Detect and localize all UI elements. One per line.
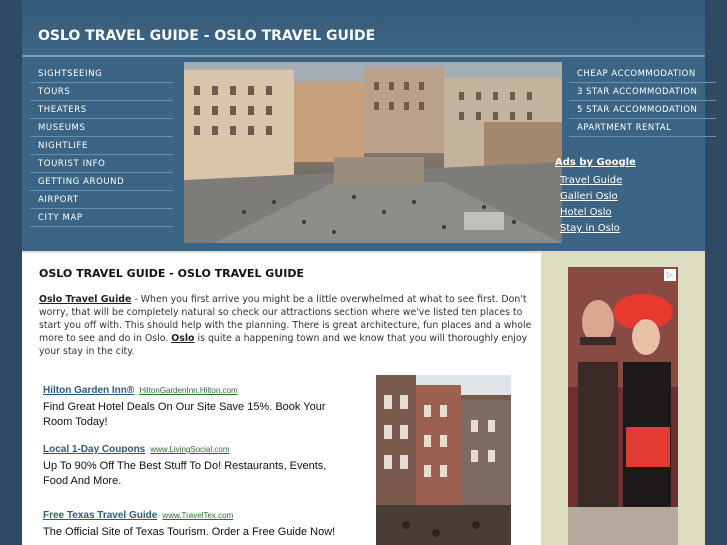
side-banner-ad[interactable]: ▷ bbox=[568, 267, 678, 545]
ad-link-galleri-oslo[interactable]: Galleri Oslo bbox=[560, 191, 618, 202]
sponsored-ad-description: The Official Site of Texas Tourism. Orde… bbox=[43, 526, 336, 538]
intro-paragraph: Oslo Travel Guide - When you first arriv… bbox=[39, 293, 535, 358]
nav-item-sightseeing[interactable]: SIGHTSEEING bbox=[30, 66, 173, 83]
sponsored-ad-description: Up To 90% Off The Best Stuff To Do! Rest… bbox=[43, 460, 327, 487]
nav-item-5-star-accommodation[interactable]: 5 STAR ACCOMMODATION bbox=[569, 101, 716, 119]
street-illustration bbox=[376, 375, 511, 545]
page-container: OSLO TRAVEL GUIDE - OSLO TRAVEL GUIDE SI… bbox=[22, 0, 716, 545]
nav-item-city-map[interactable]: CITY MAP bbox=[30, 210, 173, 227]
ad-link-hotel-oslo[interactable]: Hotel Oslo bbox=[560, 207, 612, 218]
sponsored-ad-url[interactable]: www.TravelTex.com bbox=[162, 511, 233, 520]
left-navigation: SIGHTSEEING TOURS THEATERS MUSEUMS NIGHT… bbox=[22, 62, 184, 244]
nav-item-tours[interactable]: TOURS bbox=[30, 84, 173, 101]
ad-link-travel-guide[interactable]: Travel Guide bbox=[560, 175, 622, 186]
intro-oslo-link[interactable]: Oslo bbox=[171, 333, 194, 344]
fashion-ad-illustration bbox=[568, 267, 678, 545]
nav-item-tourist-info[interactable]: TOURIST INFO bbox=[30, 156, 173, 173]
nav-item-3-star-accommodation[interactable]: 3 STAR ACCOMMODATION bbox=[569, 83, 716, 101]
ads-by-google-link[interactable]: Ads by Google bbox=[555, 157, 636, 168]
sponsored-ad-title[interactable]: Hilton Garden Inn® bbox=[43, 385, 134, 396]
nav-item-airport[interactable]: AIRPORT bbox=[30, 192, 173, 209]
sponsored-ad-title[interactable]: Local 1-Day Coupons bbox=[43, 444, 145, 455]
page-frame: OSLO TRAVEL GUIDE - OSLO TRAVEL GUIDE SI… bbox=[0, 0, 727, 545]
sponsored-ad: Free Texas Travel Guide www.TravelTex.co… bbox=[43, 503, 353, 540]
adchoices-icon[interactable]: ▷ bbox=[664, 269, 676, 281]
intro-oslo-travel-guide-link[interactable]: Oslo Travel Guide bbox=[39, 294, 131, 305]
main-content: OSLO TRAVEL GUIDE - OSLO TRAVEL GUIDE Os… bbox=[22, 251, 541, 545]
nav-item-nightlife[interactable]: NIGHTLIFE bbox=[30, 138, 173, 155]
ad-link-stay-in-oslo[interactable]: Stay in Oslo bbox=[560, 223, 620, 234]
street-photo bbox=[376, 375, 511, 545]
nav-item-museums[interactable]: MUSEUMS bbox=[30, 120, 173, 137]
content-title: OSLO TRAVEL GUIDE - OSLO TRAVEL GUIDE bbox=[39, 267, 304, 280]
side-ad-column: ▷ bbox=[541, 251, 705, 545]
sponsored-ad: Local 1-Day Coupons www.LivingSocial.com… bbox=[43, 437, 353, 489]
nav-item-cheap-accommodation[interactable]: CHEAP ACCOMMODATION bbox=[569, 65, 716, 83]
sponsored-ad-url[interactable]: www.LivingSocial.com bbox=[150, 445, 229, 454]
sponsored-ad-description: Find Great Hotel Deals On Our Site Save … bbox=[43, 401, 326, 428]
site-title: OSLO TRAVEL GUIDE - OSLO TRAVEL GUIDE bbox=[38, 28, 376, 44]
nav-item-apartment-rental[interactable]: APARTMENT RENTAL bbox=[569, 119, 716, 137]
site-header: OSLO TRAVEL GUIDE - OSLO TRAVEL GUIDE bbox=[22, 0, 705, 57]
plaza-illustration bbox=[184, 62, 562, 243]
hero-photo bbox=[184, 62, 562, 243]
sponsored-ad-title[interactable]: Free Texas Travel Guide bbox=[43, 510, 157, 521]
sponsored-ad: Hilton Garden Inn® HiltonGardenInn.Hilto… bbox=[43, 378, 353, 430]
sponsored-ad-url[interactable]: HiltonGardenInn.Hilton.com bbox=[139, 386, 237, 395]
nav-item-theaters[interactable]: THEATERS bbox=[30, 102, 173, 119]
nav-item-getting-around[interactable]: GETTING AROUND bbox=[30, 174, 173, 191]
